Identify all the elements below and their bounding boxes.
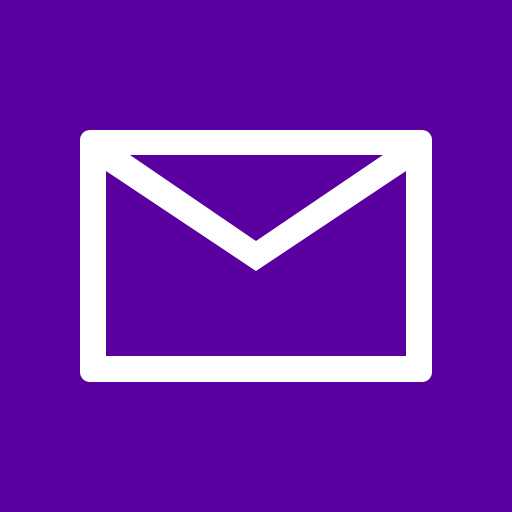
mail-envelope-icon — [80, 130, 432, 382]
app-tile-mail[interactable] — [0, 0, 512, 512]
